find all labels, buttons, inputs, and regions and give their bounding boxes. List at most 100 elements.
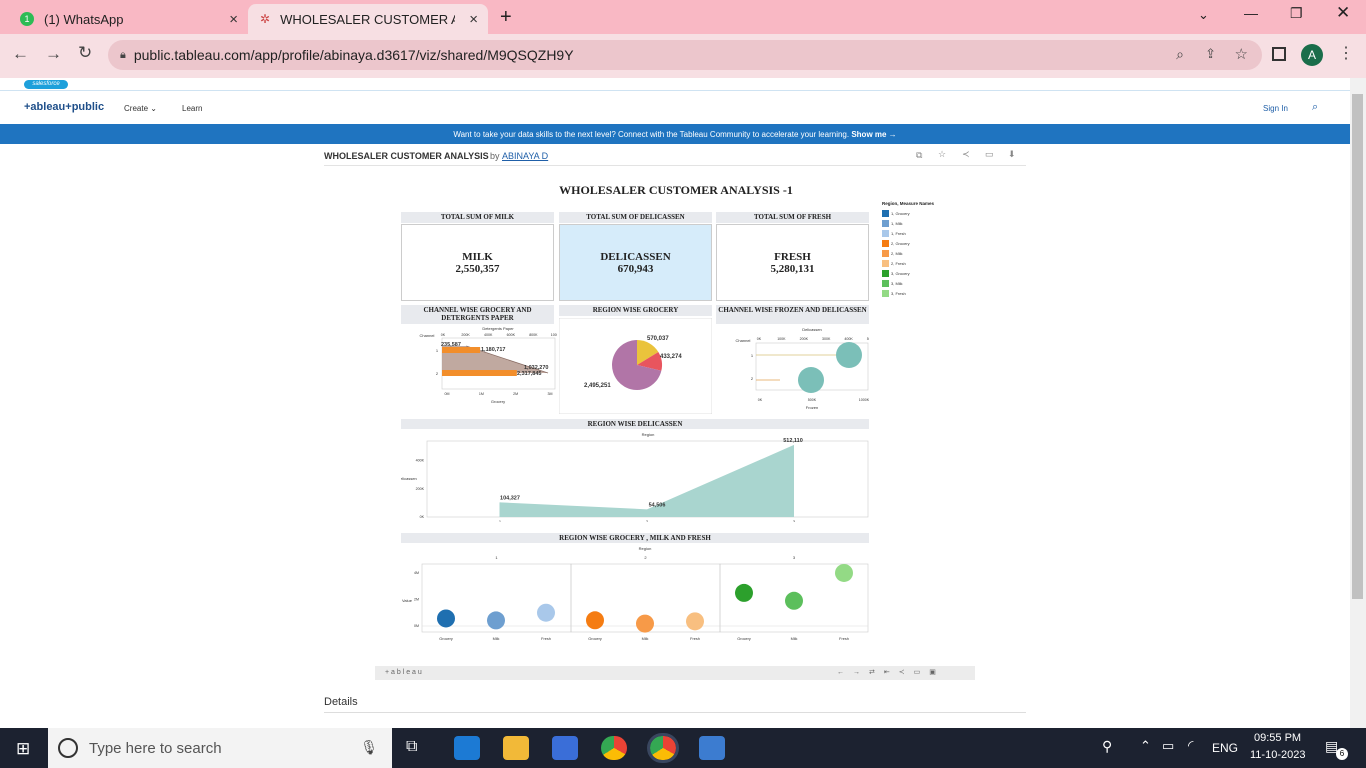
- legend-label: 3, Milk: [891, 280, 903, 286]
- page-scrollbar[interactable]: [1350, 78, 1366, 728]
- legend-item[interactable]: 1, Fresh: [882, 228, 952, 238]
- value-point: [686, 612, 704, 631]
- battery-icon[interactable]: ▭: [1162, 738, 1174, 754]
- reload-icon[interactable]: ↻: [78, 43, 92, 63]
- scroll-thumb[interactable]: [1352, 94, 1363, 599]
- comment-icon[interactable]: ▭: [985, 149, 994, 160]
- bottom-tick-label: 1M: [479, 392, 484, 396]
- banner-text: Want to take your data skills to the nex…: [453, 129, 850, 139]
- data-label: 570,037: [647, 336, 669, 342]
- channel-frozen-chart[interactable]: Delicassen 0K 100K 200K 300K 400K 500K Channel 1…: [716, 325, 869, 415]
- legend-label: 1, Milk: [891, 220, 903, 226]
- chart1-title: CHANNEL WISE GROCERY AND DETERGENTS PAPE…: [401, 305, 554, 324]
- taskbar-search[interactable]: Type here to search 🎙︎: [48, 728, 392, 768]
- nav-create[interactable]: Create ⌄: [124, 104, 157, 113]
- sign-in-link[interactable]: Sign In: [1263, 104, 1288, 113]
- delicassen-area: [500, 444, 794, 517]
- tab-whatsapp[interactable]: 1 (1) WhatsApp ×: [8, 4, 248, 34]
- photos-icon[interactable]: [699, 736, 725, 760]
- copy-icon[interactable]: ⧉: [916, 150, 922, 161]
- legend-item[interactable]: 2, Grocery: [882, 238, 952, 248]
- kpi-name: FRESH: [774, 250, 811, 263]
- author-link[interactable]: ABINAYA D: [502, 151, 548, 161]
- legend-item[interactable]: 1, Grocery: [882, 208, 952, 218]
- chrome-profile-icon[interactable]: [647, 733, 679, 763]
- language-indicator[interactable]: ENG: [1212, 741, 1238, 755]
- share-icon[interactable]: ≺: [962, 149, 970, 160]
- region-grocery-milk-fresh[interactable]: Region 1 Grocery Milk Fresh 2 Grocery Milk Fresh…: [401, 544, 869, 642]
- y-tick-label: 0M: [414, 624, 419, 628]
- windows-start-icon[interactable]: ⊞: [16, 739, 30, 759]
- nav-learn[interactable]: Learn: [182, 104, 202, 113]
- clock-time[interactable]: 09:55 PM: [1254, 732, 1301, 744]
- search-icon: [58, 738, 78, 758]
- microphone-icon[interactable]: 🎙︎: [360, 739, 378, 756]
- clock-date[interactable]: 11-10-2023: [1250, 749, 1305, 761]
- address-bar[interactable]: 🔒︎ public.tableau.com/app/profile/abinay…: [108, 40, 1262, 70]
- lock-icon: 🔒︎: [120, 48, 126, 61]
- row-tick-label: 1: [436, 348, 439, 353]
- bottom-tick-label: 2M: [513, 392, 518, 396]
- legend-item[interactable]: 2, Milk: [882, 248, 952, 258]
- favorite-icon[interactable]: ☆: [938, 149, 946, 160]
- zoom-icon[interactable]: ⌕: [1176, 46, 1184, 63]
- value-point: [586, 611, 604, 630]
- legend-item[interactable]: 3, Fresh: [882, 288, 952, 298]
- tableau-public-logo[interactable]: +ableau+public: [24, 101, 104, 113]
- close-tab-icon[interactable]: ×: [229, 11, 238, 28]
- mail-icon[interactable]: [454, 736, 480, 760]
- frozen-point: [836, 342, 862, 368]
- profile-avatar[interactable]: A: [1301, 44, 1323, 66]
- legend-label: 3, Fresh: [891, 290, 906, 296]
- x-tick-label: Fresh: [541, 637, 551, 641]
- chrome-icon[interactable]: [601, 736, 627, 760]
- legend-label: 2, Fresh: [891, 260, 906, 266]
- banner-link[interactable]: Show me →: [851, 130, 896, 139]
- tab-tableau[interactable]: ✲ WHOLESALER CUSTOMER ANAL ×: [248, 4, 488, 34]
- region-grocery-pie[interactable]: 570,037 433,274 2,495,251: [559, 318, 712, 414]
- new-tab-button[interactable]: +: [500, 6, 512, 29]
- kpi-name: DELICASSEN: [600, 250, 671, 263]
- top-axis-label: Detergents Paper: [482, 326, 514, 331]
- task-view-icon[interactable]: ⧉: [406, 738, 417, 756]
- legend-item[interactable]: 2, Fresh: [882, 258, 952, 268]
- tab-search-icon[interactable]: ⌄: [1198, 7, 1209, 23]
- wifi-icon[interactable]: ◜: [1188, 737, 1193, 754]
- chart3-title: CHANNEL WISE FROZEN AND DELICASSEN: [716, 305, 869, 324]
- close-tab-icon[interactable]: ×: [469, 11, 478, 28]
- file-explorer-icon[interactable]: [503, 736, 529, 760]
- y-tick-label: 0K: [420, 515, 425, 519]
- bookmark-star-icon[interactable]: ☆: [1235, 45, 1248, 63]
- tray-chevron-icon[interactable]: ⌃: [1140, 738, 1151, 754]
- search-icon[interactable]: ⌕: [1312, 101, 1318, 114]
- row-tick-label: 1: [751, 353, 754, 358]
- share-icon[interactable]: ⇪: [1205, 46, 1216, 62]
- legend-item[interactable]: 3, Grocery: [882, 268, 952, 278]
- bottom-tick-label: 500K: [808, 398, 817, 402]
- bottom-tick-label: 3M: [548, 392, 553, 396]
- legend-item[interactable]: 3, Milk: [882, 278, 952, 288]
- tableau-bottom-logo: + a b l e a u: [385, 669, 422, 676]
- grocery-bar: [442, 370, 517, 376]
- tab-label: WHOLESALER CUSTOMER ANAL: [280, 11, 455, 27]
- download-icon[interactable]: ⬇: [1008, 149, 1016, 160]
- data-label: 235,587: [441, 342, 461, 348]
- promo-banner: Want to take your data skills to the nex…: [0, 124, 1350, 144]
- undo-redo-icons[interactable]: ←→⇄⇤≺▭▣: [837, 668, 945, 676]
- restore-icon[interactable]: ❐: [1290, 5, 1303, 22]
- top-axis-label: Region: [639, 546, 652, 551]
- channel-grocery-chart[interactable]: Detergents Paper 0K 200K 400K 600K 800K 1000K C…: [401, 325, 557, 415]
- forward-icon[interactable]: →: [45, 44, 62, 64]
- data-label: 512,110: [783, 438, 803, 444]
- legend-label: 3, Grocery: [891, 270, 910, 276]
- window-close-icon[interactable]: ✕: [1336, 3, 1350, 23]
- legend-item[interactable]: 1, Milk: [882, 218, 952, 228]
- region-delicassen-area[interactable]: Region 104,327 54,506 512,110 0K 200K 400K Deli…: [401, 430, 869, 522]
- store-icon[interactable]: [552, 736, 578, 760]
- people-icon[interactable]: ⚲: [1102, 738, 1112, 755]
- back-icon[interactable]: ←: [12, 44, 29, 64]
- sidepanel-icon[interactable]: [1272, 47, 1286, 61]
- minimize-icon[interactable]: —: [1244, 5, 1258, 21]
- browser-tab-bar: 1 (1) WhatsApp × ✲ WHOLESALER CUSTOMER A…: [0, 0, 1366, 34]
- menu-icon[interactable]: ⋮: [1338, 43, 1354, 63]
